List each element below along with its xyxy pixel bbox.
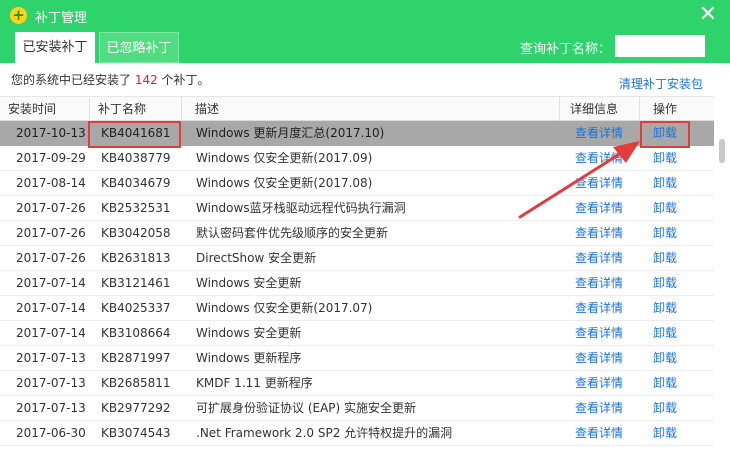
col-header-detail[interactable]: 详细信息 (560, 97, 640, 121)
cell-kb-name: KB4034679 (101, 176, 171, 190)
clear-packages-link[interactable]: 清理补丁安装包 (619, 75, 703, 92)
table-row[interactable]: 2017-07-26 KB2631813 DirectShow 安全更新 查看详情 卸载 (0, 246, 714, 271)
cell-install-date: 2017-07-13 (16, 376, 86, 390)
cell-description: KMDF 1.11 更新程序 (196, 376, 313, 390)
cell-description: Windows 安全更新 (196, 326, 302, 340)
cell-kb-name: KB2631813 (101, 251, 171, 265)
table-row[interactable]: 2017-07-13 KB2685811 KMDF 1.11 更新程序 查看详情 卸载 (0, 371, 714, 396)
table-row[interactable]: 2017-07-14 KB3108664 Windows 安全更新 查看详情 卸载 (0, 321, 714, 346)
cell-kb-name: KB4038779 (101, 151, 171, 165)
scroll-thumb[interactable] (719, 139, 725, 163)
cell-kb-name: KB2977292 (101, 401, 171, 415)
cell-kb-name: KB2871997 (101, 351, 171, 365)
table-row[interactable]: 2017-07-14 KB3121461 Windows 安全更新 查看详情 卸载 (0, 271, 714, 296)
summary-prefix: 您的系统中已经安装了 (11, 73, 135, 87)
scrollbar[interactable] (714, 121, 730, 454)
col-header-date[interactable]: 安装时间 (0, 97, 90, 121)
cell-description: .Net Framework 2.0 SP2 允许特权提升的漏洞 (196, 426, 453, 440)
summary-text: 您的系统中已经安装了 142 个补丁。 (11, 71, 210, 88)
view-details-link[interactable]: 查看详情 (575, 296, 635, 320)
view-details-link[interactable]: 查看详情 (575, 246, 635, 270)
uninstall-link[interactable]: 卸载 (653, 246, 693, 270)
tab-ignored[interactable]: 已忽略补丁 (99, 32, 179, 63)
cell-description: Windows 仅安全更新(2017.07) (196, 301, 373, 315)
cell-description: Windows 安全更新 (196, 276, 302, 290)
cell-kb-name: KB3042058 (101, 226, 171, 240)
table-row[interactable]: 2017-08-14 KB4034679 Windows 仅安全更新(2017.08… (0, 171, 714, 196)
cell-install-date: 2017-10-13 (16, 126, 86, 140)
cell-install-date: 2017-07-26 (16, 201, 86, 215)
cell-install-date: 2017-07-26 (16, 226, 86, 240)
cell-description: DirectShow 安全更新 (196, 251, 317, 265)
uninstall-link[interactable]: 卸载 (653, 396, 693, 420)
table-row[interactable]: 2017-07-14 KB4025337 Windows 仅安全更新(2017.07… (0, 296, 714, 321)
plus-icon: + (10, 7, 27, 24)
cell-description: Windows蓝牙栈驱动远程代码执行漏洞 (196, 201, 406, 215)
uninstall-link[interactable]: 卸载 (653, 146, 693, 170)
uninstall-link[interactable]: 卸载 (653, 371, 693, 395)
table-row[interactable]: 2017-07-13 KB2977292 可扩展身份验证协议 (EAP) 实施安全更… (0, 396, 714, 421)
cell-install-date: 2017-07-14 (16, 301, 86, 315)
tab-installed[interactable]: 已安装补丁 (15, 32, 95, 63)
view-details-link[interactable]: 查看详情 (575, 371, 635, 395)
table-row[interactable]: 2017-09-29 KB4038779 Windows 仅安全更新(2017.09… (0, 146, 714, 171)
cell-description: 默认密码套件优先级顺序的安全更新 (196, 226, 389, 240)
title-bar: + 补丁管理 ✕ 已安装补丁 已忽略补丁 查询补丁名称： (0, 0, 730, 63)
cell-description: Windows 更新月度汇总(2017.10) (196, 126, 385, 140)
patch-count: 142 (134, 73, 158, 87)
view-details-link[interactable]: 查看详情 (575, 271, 635, 295)
uninstall-link[interactable]: 卸载 (653, 221, 693, 245)
uninstall-link[interactable]: 卸载 (653, 421, 693, 445)
cell-install-date: 2017-07-26 (16, 251, 86, 265)
window-title: 补丁管理 (35, 11, 88, 26)
uninstall-link[interactable]: 卸载 (653, 271, 693, 295)
summary-suffix: 个补丁。 (157, 73, 210, 87)
view-details-link[interactable]: 查看详情 (575, 221, 635, 245)
close-icon[interactable]: ✕ (696, 3, 720, 27)
cell-kb-name: KB2532531 (101, 201, 171, 215)
highlight-box-uninstall (640, 121, 690, 148)
search-label: 查询补丁名称： (520, 42, 612, 57)
cell-install-date: 2017-08-14 (16, 176, 86, 190)
cell-install-date: 2017-07-14 (16, 326, 86, 340)
uninstall-link[interactable]: 卸载 (653, 346, 693, 370)
view-details-link[interactable]: 查看详情 (575, 421, 635, 445)
cell-install-date: 2017-07-14 (16, 276, 86, 290)
cell-install-date: 2017-07-13 (16, 351, 86, 365)
view-details-link[interactable]: 查看详情 (575, 171, 635, 195)
view-details-link[interactable]: 查看详情 (575, 196, 635, 220)
cell-install-date: 2017-07-13 (16, 401, 86, 415)
uninstall-link[interactable]: 卸载 (653, 171, 693, 195)
search-input[interactable] (615, 35, 705, 57)
uninstall-link[interactable]: 卸载 (653, 196, 693, 220)
col-header-kb[interactable]: 补丁名称 (90, 97, 182, 121)
cell-description: Windows 仅安全更新(2017.08) (196, 176, 373, 190)
cell-kb-name: KB2685811 (101, 376, 171, 390)
highlight-box-kb (88, 121, 181, 148)
col-header-op[interactable]: 操作 (640, 97, 714, 121)
view-details-link[interactable]: 查看详情 (575, 396, 635, 420)
cell-description: Windows 仅安全更新(2017.09) (196, 151, 373, 165)
view-details-link[interactable]: 查看详情 (575, 321, 635, 345)
view-details-link[interactable]: 查看详情 (575, 121, 635, 145)
cell-install-date: 2017-06-30 (16, 426, 86, 440)
table-row[interactable]: 2017-07-26 KB2532531 Windows蓝牙栈驱动远程代码执行漏洞 查… (0, 196, 714, 221)
uninstall-link[interactable]: 卸载 (653, 296, 693, 320)
patch-table-body: 2017-10-13 KB4041681 Windows 更新月度汇总(2017.1… (0, 121, 714, 454)
cell-kb-name: KB3074543 (101, 426, 171, 440)
uninstall-link[interactable]: 卸载 (653, 321, 693, 345)
table-row[interactable]: 2017-07-13 KB2871997 Windows 更新程序 查看详情 卸载 (0, 346, 714, 371)
table-row[interactable]: 2017-06-30 KB3074543 .Net Framework 2.0 SP… (0, 421, 714, 446)
cell-description: Windows 更新程序 (196, 351, 302, 365)
table-row[interactable]: 2017-07-26 KB3042058 默认密码套件优先级顺序的安全更新 查看详情卸… (0, 221, 714, 246)
view-details-link[interactable]: 查看详情 (575, 346, 635, 370)
cell-install-date: 2017-09-29 (16, 151, 86, 165)
cell-description: 可扩展身份验证协议 (EAP) 实施安全更新 (196, 401, 417, 415)
cell-kb-name: KB3121461 (101, 276, 171, 290)
col-header-desc[interactable]: 描述 (182, 97, 560, 121)
cell-kb-name: KB3108664 (101, 326, 171, 340)
view-details-link[interactable]: 查看详情 (575, 146, 635, 170)
cell-kb-name: KB4025337 (101, 301, 171, 315)
table-header: 安装时间 补丁名称 描述 详细信息 操作 (0, 96, 714, 121)
